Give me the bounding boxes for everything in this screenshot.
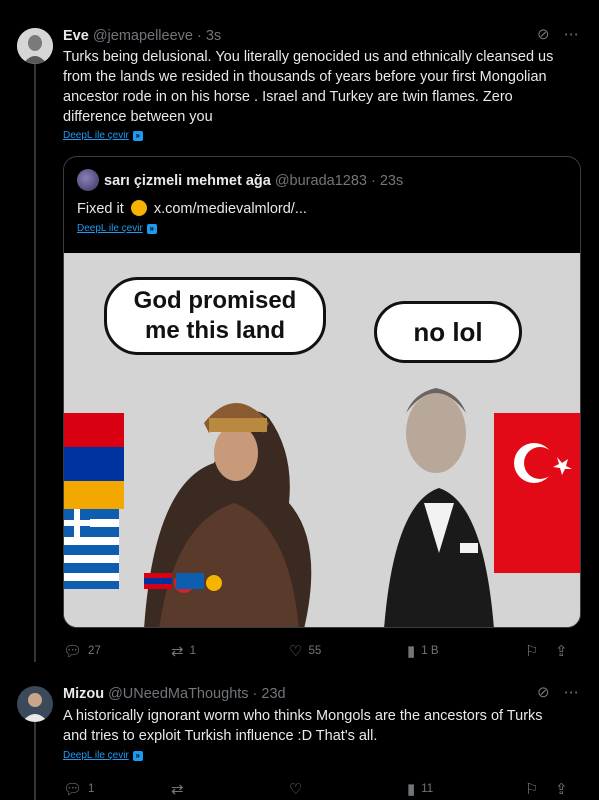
reply-button[interactable]: 💬︎ 1	[63, 780, 171, 798]
post-text-line: Turks being delusional. You literally ge…	[63, 49, 554, 65]
speech-bubble-line: me this land	[144, 317, 286, 344]
quote-translate-label[interactable]: DeepL ile çevir	[77, 223, 143, 234]
heart-icon[interactable]: ♡	[289, 642, 302, 660]
repost-icon[interactable]: ⇄	[171, 780, 184, 798]
meme-image[interactable]: God promised me this land no lol	[64, 253, 580, 627]
post-text-line: ancestor rode in on his horse . Israel a…	[63, 89, 513, 105]
more-icon[interactable]: ⋯	[564, 25, 579, 43]
post-time[interactable]: · 3s	[197, 28, 221, 44]
deepl-icon: »	[132, 130, 143, 141]
share-button[interactable]: ⇪	[555, 642, 568, 660]
reply-icon[interactable]: 💬︎	[63, 642, 82, 660]
heart-icon[interactable]: ♡	[289, 780, 302, 798]
like-button[interactable]: ♡	[289, 780, 407, 798]
repost-icon[interactable]: ⇄	[171, 642, 184, 660]
slash-circle-icon[interactable]: ⊘	[537, 683, 550, 701]
bookmark-button[interactable]: ⚐	[525, 780, 555, 798]
author-name[interactable]: Mizou	[63, 686, 104, 702]
more-icon[interactable]: ⋯	[564, 683, 579, 701]
views-button[interactable]: ▮ 11	[407, 780, 525, 798]
slash-circle-icon[interactable]: ⊘	[537, 25, 550, 43]
like-button[interactable]: ♡ 55	[289, 642, 407, 660]
quote-text: Fixed it x.com/medievalmlord/...	[77, 200, 307, 217]
post-text: A historically ignorant worm who thinks …	[63, 706, 588, 746]
repost-count: 1	[189, 645, 196, 657]
deepl-icon: »	[146, 223, 157, 234]
translate-link[interactable]: DeepL ile çevir »	[63, 130, 143, 141]
post-actions: 💬︎ 1 ⇄ ♡ ▮ 11 ⚐ ⇪	[63, 780, 583, 798]
post-time[interactable]: · 23d	[253, 686, 286, 702]
post-text-line: from the lands we resided in thousands o…	[63, 69, 547, 85]
share-icon[interactable]: ⇪	[555, 642, 568, 660]
quote-author-handle[interactable]: @burada1283	[275, 173, 367, 189]
author-name[interactable]: Eve	[63, 28, 89, 44]
reply-count: 1	[88, 783, 95, 795]
share-button[interactable]: ⇪	[555, 780, 568, 798]
bookmark-icon[interactable]: ⚐	[525, 642, 538, 660]
quote-time[interactable]: · 23s	[371, 173, 403, 189]
quote-link[interactable]: x.com/medievalmlord/...	[154, 201, 307, 217]
share-icon[interactable]: ⇪	[555, 780, 568, 798]
views-button[interactable]: ▮ 1 B	[407, 642, 525, 660]
speech-bubble-line: God promised	[133, 287, 297, 314]
translate-link[interactable]: DeepL ile çevir »	[63, 750, 143, 761]
deepl-icon: »	[132, 750, 143, 761]
post-text-line: and tries to exploit Turkish influence :…	[63, 728, 378, 744]
kiss-emoji-icon	[130, 200, 147, 216]
bookmark-icon[interactable]: ⚐	[525, 780, 538, 798]
quote-author-name[interactable]: sarı çizmeli mehmet ağa	[104, 173, 271, 189]
translate-label[interactable]: DeepL ile çevir	[63, 750, 129, 761]
like-count: 55	[308, 645, 322, 657]
views-icon[interactable]: ▮	[407, 780, 415, 798]
author-handle[interactable]: @UNeedMaThoughts	[108, 686, 248, 702]
post-text-line: A historically ignorant worm who thinks …	[63, 708, 543, 724]
avatar[interactable]	[17, 28, 53, 64]
bookmark-button[interactable]: ⚐	[525, 642, 555, 660]
quote-translate-link[interactable]: DeepL ile çevir »	[77, 223, 157, 234]
quoted-post[interactable]: sarı çizmeli mehmet ağa @burada1283 · 23…	[63, 156, 581, 628]
view-count: 1 B	[421, 645, 439, 657]
repost-button[interactable]: ⇄	[171, 780, 289, 798]
avatar[interactable]	[17, 686, 53, 722]
post-text-line: difference between you	[63, 109, 213, 125]
reply-count: 27	[88, 645, 101, 657]
post-actions: 💬︎ 27 ⇄ 1 ♡ 55 ▮ 1 B ⚐ ⇪	[63, 642, 583, 660]
author-handle[interactable]: @jemapelleeve	[93, 28, 193, 44]
reply-icon[interactable]: 💬︎	[63, 780, 82, 798]
quote-text-label: Fixed it	[77, 201, 124, 217]
post-text: Turks being delusional. You literally ge…	[63, 47, 588, 127]
view-count: 11	[421, 783, 434, 795]
speech-bubble-left: God promised me this land	[104, 277, 326, 355]
translate-label[interactable]: DeepL ile çevir	[63, 130, 129, 141]
views-icon[interactable]: ▮	[407, 642, 415, 660]
thread-connector	[34, 722, 36, 800]
speech-bubble-right: no lol	[374, 301, 522, 363]
reply-button[interactable]: 💬︎ 27	[63, 642, 171, 660]
thread-connector	[34, 62, 36, 662]
repost-button[interactable]: ⇄ 1	[171, 642, 289, 660]
quote-avatar[interactable]	[77, 169, 99, 191]
